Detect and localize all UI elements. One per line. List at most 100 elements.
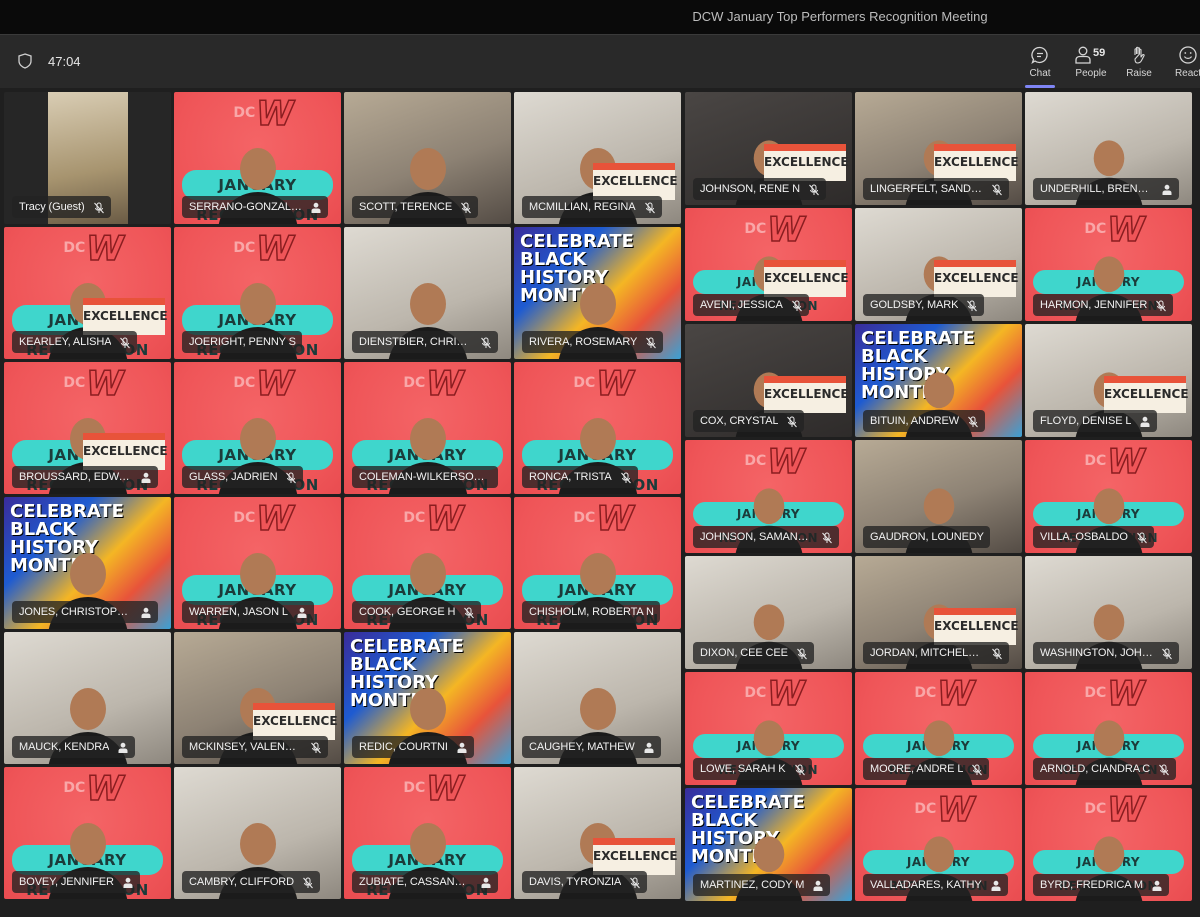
excellence-sign: EXCELLENCE	[934, 260, 1019, 297]
react-button[interactable]: React	[1164, 41, 1200, 85]
participant-name: ZUBIATE, CASSANDR...	[359, 876, 472, 888]
participant-tile[interactable]: DIXON, CEE CEE	[685, 556, 852, 669]
logo-w-text: W	[85, 363, 124, 405]
participant-tile[interactable]: DCWJANUARY RECOGNITIONHARMON, JENNIFER	[1025, 208, 1192, 321]
participant-tile[interactable]: DCWJANUARY RECOGNITIONEXCELLENCEAVENI, J…	[685, 208, 852, 321]
participant-tile[interactable]: DCWJANUARY RECOGNITIONCHISHOLM, ROBERTA …	[514, 497, 681, 629]
meeting-timer: 47:04	[48, 54, 81, 69]
name-label: GLASS, JADRIEN	[182, 466, 304, 488]
people-button[interactable]: 59 People	[1064, 41, 1118, 85]
participant-tile[interactable]: DCWJANUARY RECOGNITIONMOORE, ANDRE L	[855, 672, 1022, 785]
name-label: GAUDRON, LOUNEDY	[863, 526, 990, 548]
dcw-logo: DCW	[233, 228, 294, 270]
participant-tile[interactable]: Tracy (Guest)	[4, 92, 171, 224]
participant-tile[interactable]: WASHINGTON, JOHN I	[1025, 556, 1192, 669]
participant-tile[interactable]: EXCELLENCE FLOYD, DENISE L	[1025, 324, 1192, 437]
participant-tile[interactable]: CAMBRY, CLIFFORD	[174, 767, 341, 899]
participant-tile[interactable]: DCWJANUARY RECOGNITIONCOLEMAN-WILKERSON,…	[344, 362, 511, 494]
raise-hand-button[interactable]: Raise	[1115, 41, 1163, 85]
participant-tile[interactable]: EXCELLENCE MCMILLIAN, REGINA	[514, 92, 681, 224]
participant-name: REDIC, COURTNI	[359, 741, 448, 753]
participant-tile[interactable]: EXCELLENCE COX, CRYSTAL	[685, 324, 852, 437]
participant-tile[interactable]: DCWJANUARY RECOGNITIONSERRANO-GONZALEZ..…	[174, 92, 341, 224]
participant-tile[interactable]: DCWJANUARY RECOGNITIONVILLA, OSBALDO	[1025, 440, 1192, 553]
participant-tile[interactable]: DCWJANUARY RECOGNITIONVALLADARES, KATHY	[855, 788, 1022, 901]
mic-muted-icon	[629, 876, 641, 889]
meeting-title: DCW January Top Performers Recognition M…	[692, 9, 988, 24]
participant-tile[interactable]: CELEBRATE BLACK HISTORY MONTH JONES, CHRI…	[4, 497, 171, 629]
participant-name: AVENI, JESSICA	[700, 299, 783, 311]
logo-w-text: W	[425, 768, 464, 810]
participant-name: ARNOLD, CIANDRA C	[1040, 763, 1151, 775]
participant-tile[interactable]: EXCELLENCE DAVIS, TYRONZIA	[514, 767, 681, 899]
dcw-logo: DCW	[1084, 209, 1145, 251]
mic-muted-icon	[791, 299, 803, 312]
name-label: VILLA, OSBALDO	[1033, 526, 1154, 548]
logo-w-text: W	[255, 228, 294, 270]
participant-tile[interactable]: DCWJANUARY RECOGNITIONBOVEY, JENNIFER	[4, 767, 171, 899]
participant-name: UNDERHILL, BRENT D	[1040, 183, 1153, 195]
participant-tile[interactable]: CAUGHEY, MATHEW	[514, 632, 681, 764]
participant-tile[interactable]: DCWJANUARY RECOGNITIONGLASS, JADRIEN	[174, 362, 341, 494]
participant-head	[239, 283, 276, 325]
participant-tile[interactable]: EXCELLENCE JORDAN, MITCHELL M	[855, 556, 1022, 669]
attendee-icon	[296, 606, 308, 618]
participant-head	[923, 720, 954, 757]
participant-tile[interactable]: EXCELLENCE GOLDSBY, MARK	[855, 208, 1022, 321]
participant-tile[interactable]: CELEBRATE BLACK HISTORY MONTH BITUIN, AND…	[855, 324, 1022, 437]
participant-tile[interactable]: DCWJANUARY RECOGNITIONJOERIGHT, PENNY S	[174, 227, 341, 359]
logo-w-text: W	[1106, 441, 1145, 483]
name-label: MOORE, ANDRE L	[863, 758, 990, 780]
participant-tile[interactable]: DCWJANUARY RECOGNITIONLOWE, SARAH K	[685, 672, 852, 785]
participant-tile[interactable]: DIENSTBIER, CHRISAN...	[344, 227, 511, 359]
logo-dc-text: DC	[573, 510, 596, 526]
participant-name: VALLADARES, KATHY	[870, 879, 982, 891]
mic-muted-icon	[967, 415, 979, 428]
participant-tile[interactable]: DCWJANUARY RECOGNITIONZUBIATE, CASSANDR.…	[344, 767, 511, 899]
logo-dc-text: DC	[1084, 221, 1107, 237]
participant-tile[interactable]: CELEBRATE BLACK HISTORY MONTH MARTINEZ, C…	[685, 788, 852, 901]
excellence-sign: EXCELLENCE	[764, 144, 849, 181]
name-label: COOK, GEORGE H	[352, 601, 482, 623]
excellence-sign: EXCELLENCE	[934, 144, 1019, 181]
logo-w-text: W	[425, 498, 464, 540]
participant-tile[interactable]: DCWJANUARY RECOGNITIONCOOK, GEORGE H	[344, 497, 511, 629]
participant-head	[753, 720, 784, 757]
mic-muted-icon	[620, 471, 632, 484]
participant-tile[interactable]: DCWJANUARY RECOGNITIONBYRD, FREDRICA M	[1025, 788, 1192, 901]
participant-name: JONES, CHRISTOPHER	[19, 606, 132, 618]
participant-tile[interactable]: SCOTT, TERENCE	[344, 92, 511, 224]
chat-label: Chat	[1029, 68, 1051, 79]
participant-tile[interactable]: CELEBRATE BLACK HISTORY MONTH REDIC, COUR…	[344, 632, 511, 764]
dcw-logo: DCW	[233, 93, 294, 135]
participant-tile[interactable]: MAUCK, KENDRA	[4, 632, 171, 764]
chat-button[interactable]: Chat	[1016, 41, 1064, 88]
name-label: AVENI, JESSICA	[693, 294, 809, 316]
mic-muted-icon	[991, 647, 1003, 660]
participant-head	[579, 688, 616, 730]
participant-tile[interactable]: DCWJANUARY RECOGNITIONARNOLD, CIANDRA C	[1025, 672, 1192, 785]
participant-name: VILLA, OSBALDO	[1040, 531, 1128, 543]
participant-head	[923, 836, 954, 873]
participant-tile[interactable]: DCWJANUARY RECOGNITIONRONCA, TRISTA	[514, 362, 681, 494]
dcw-logo: DCW	[744, 441, 805, 483]
participant-tile[interactable]: UNDERHILL, BRENT D	[1025, 92, 1192, 205]
mic-muted-icon	[794, 763, 806, 776]
mic-muted-icon	[1155, 299, 1167, 312]
participant-tile[interactable]: CELEBRATE BLACK HISTORY MONTH RIVERA, ROS…	[514, 227, 681, 359]
logo-dc-text: DC	[63, 780, 86, 796]
participant-tile[interactable]: DCWJANUARY RECOGNITIONWARREN, JASON L	[174, 497, 341, 629]
dcw-logo: DCW	[744, 673, 805, 715]
participant-tile[interactable]: DCWJANUARY RECOGNITIONEXCELLENCEBROUSSAR…	[4, 362, 171, 494]
video-gallery: Tracy (Guest) DCWJANUARY RECOGNITIONSERRA…	[0, 88, 1200, 917]
participant-tile[interactable]: DCWJANUARY RECOGNITIONJOHNSON, SAMANTH..…	[685, 440, 852, 553]
attendee-icon	[1151, 879, 1163, 891]
participant-tile[interactable]: GAUDRON, LOUNEDY	[855, 440, 1022, 553]
shield-icon[interactable]	[18, 53, 32, 69]
participant-tile[interactable]: EXCELLENCE MCKINSEY, VALENCIA	[174, 632, 341, 764]
participant-tile[interactable]: EXCELLENCE JOHNSON, RENE N	[685, 92, 852, 205]
participant-tile[interactable]: EXCELLENCE LINGERFELT, SANDRA	[855, 92, 1022, 205]
participant-tile[interactable]: DCWJANUARY RECOGNITIONEXCELLENCEKEARLEY,…	[4, 227, 171, 359]
participant-name: WASHINGTON, JOHN I	[1040, 647, 1153, 659]
logo-dc-text: DC	[744, 221, 767, 237]
